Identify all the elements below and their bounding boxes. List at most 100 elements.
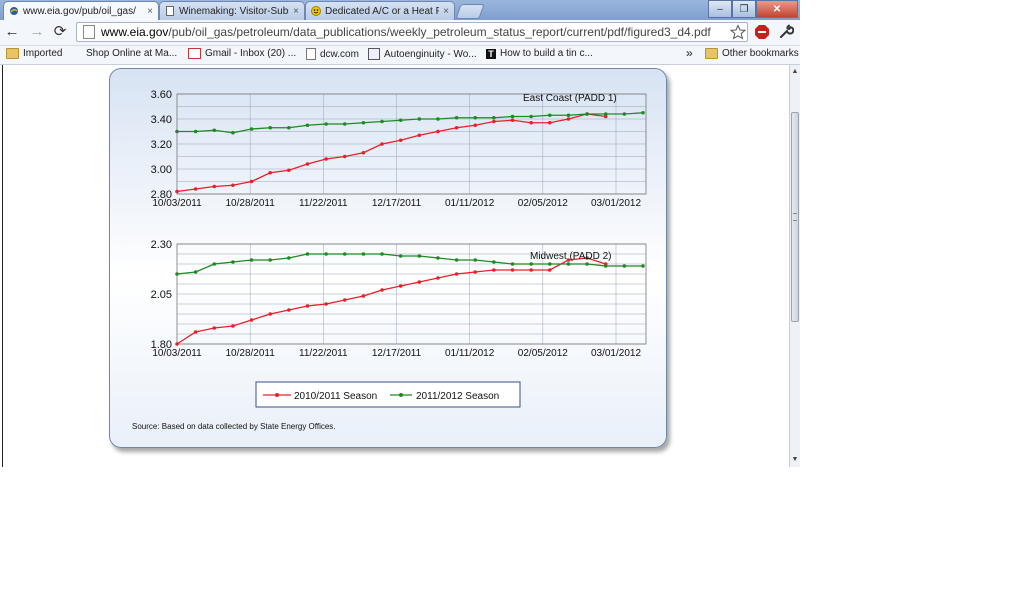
data-point bbox=[417, 280, 422, 284]
data-point bbox=[287, 308, 291, 312]
address-url: www.eia.gov/pub/oil_gas/petroleum/data_p… bbox=[101, 25, 711, 39]
data-point bbox=[175, 129, 179, 134]
data-point bbox=[175, 189, 179, 194]
y-tick-label: 3.40 bbox=[151, 114, 172, 126]
data-point bbox=[175, 272, 179, 276]
folder-icon bbox=[705, 48, 718, 59]
x-tick-label: 10/03/2011 bbox=[152, 348, 202, 359]
smiley-favicon-icon bbox=[311, 6, 321, 16]
data-point bbox=[548, 262, 552, 266]
tab-close-icon[interactable]: × bbox=[443, 6, 449, 17]
data-point bbox=[361, 252, 366, 256]
data-point bbox=[510, 118, 515, 123]
reload-button[interactable]: ⟳ bbox=[52, 24, 68, 40]
series-line bbox=[176, 257, 606, 345]
tab-strip: www.eia.gov/pub/oil_gas/ × Winemaking: V… bbox=[0, 0, 800, 20]
window-controls: – ❐ ✕ bbox=[708, 0, 798, 18]
data-point bbox=[193, 187, 198, 191]
data-point bbox=[380, 119, 384, 124]
data-point bbox=[249, 179, 254, 184]
tab-close-icon[interactable]: × bbox=[293, 6, 299, 17]
box-icon bbox=[368, 48, 380, 60]
x-tick-label: 10/03/2011 bbox=[152, 198, 202, 209]
gmail-icon bbox=[188, 48, 201, 59]
data-point bbox=[305, 123, 310, 128]
tab-close-icon[interactable]: × bbox=[147, 6, 153, 17]
scroll-up-arrow-icon[interactable]: ▲ bbox=[790, 67, 800, 77]
adblock-stop-icon[interactable] bbox=[754, 24, 770, 40]
x-tick-label: 03/01/2012 bbox=[591, 348, 641, 359]
minimize-button[interactable]: – bbox=[708, 0, 732, 18]
data-point bbox=[473, 123, 478, 128]
y-tick-label: 3.20 bbox=[151, 139, 172, 151]
other-bookmarks[interactable]: Other bookmarks bbox=[705, 48, 799, 59]
data-point bbox=[510, 114, 515, 119]
page-icon bbox=[83, 25, 95, 39]
new-tab-button[interactable] bbox=[455, 4, 485, 19]
data-point bbox=[454, 125, 459, 130]
data-point bbox=[324, 122, 328, 126]
data-point bbox=[398, 118, 403, 123]
back-button[interactable]: ← bbox=[4, 24, 20, 40]
price-charts: 3.603.403.203.002.80 2.302.051.80 10/03/… bbox=[132, 89, 647, 431]
close-window-button[interactable]: ✕ bbox=[756, 0, 798, 18]
data-point bbox=[417, 133, 422, 138]
x-tick-label: 11/22/2011 bbox=[299, 348, 348, 359]
data-point bbox=[324, 252, 328, 256]
series-line bbox=[177, 112, 644, 134]
data-point bbox=[231, 183, 235, 188]
series-line bbox=[176, 113, 606, 193]
forward-button[interactable]: → bbox=[29, 24, 45, 40]
bookmark-imported[interactable]: Imported bbox=[6, 48, 62, 59]
legend-swatch-green-marker bbox=[399, 393, 403, 397]
data-point bbox=[473, 258, 478, 262]
data-point bbox=[287, 168, 291, 173]
data-point bbox=[175, 342, 179, 346]
data-point bbox=[492, 260, 496, 264]
bookmark-dcw[interactable]: dcw.com bbox=[306, 48, 359, 60]
source-note: Source: Based on data collected by State… bbox=[132, 422, 336, 431]
data-point bbox=[249, 318, 254, 322]
scroll-down-arrow-icon[interactable]: ▼ bbox=[790, 455, 800, 465]
data-point bbox=[342, 252, 347, 256]
data-point bbox=[641, 110, 645, 115]
data-point bbox=[529, 268, 533, 272]
grip-icon bbox=[793, 213, 797, 221]
x-tick-label: 12/17/2011 bbox=[372, 348, 422, 359]
address-bar[interactable]: www.eia.gov/pub/oil_gas/petroleum/data_p… bbox=[76, 22, 748, 42]
data-point bbox=[473, 270, 478, 274]
data-point bbox=[342, 154, 347, 159]
data-point bbox=[454, 272, 459, 276]
data-point bbox=[249, 127, 254, 131]
data-point bbox=[492, 268, 496, 272]
data-point bbox=[361, 294, 366, 298]
maximize-button[interactable]: ❐ bbox=[732, 0, 756, 18]
data-point bbox=[473, 115, 478, 120]
data-point bbox=[436, 256, 440, 260]
bookmarks-overflow-button[interactable]: » bbox=[686, 46, 693, 60]
data-point bbox=[268, 170, 272, 175]
star-icon[interactable] bbox=[730, 24, 746, 40]
data-point bbox=[510, 262, 515, 266]
wrench-icon[interactable] bbox=[778, 24, 794, 40]
data-point bbox=[492, 115, 496, 120]
vertical-scrollbar[interactable]: ▲ ▼ bbox=[789, 65, 800, 467]
data-point bbox=[305, 252, 310, 256]
data-point bbox=[548, 113, 552, 118]
data-point bbox=[566, 113, 571, 118]
data-point bbox=[622, 112, 627, 116]
data-point bbox=[324, 302, 328, 306]
data-point bbox=[641, 264, 645, 268]
bookmark-shop-online[interactable]: Shop Online at Ma... bbox=[86, 48, 177, 59]
bookmark-gmail[interactable]: Gmail - Inbox (20) ... bbox=[188, 48, 296, 59]
data-point bbox=[603, 112, 608, 116]
tab-eia[interactable]: www.eia.gov/pub/oil_gas/ × bbox=[3, 1, 159, 20]
x-tick-label: 11/22/2011 bbox=[299, 198, 348, 209]
tab-heat-pump[interactable]: Dedicated A/C or a Heat P × bbox=[305, 1, 455, 20]
scrollbar-thumb[interactable] bbox=[791, 112, 799, 322]
data-point bbox=[249, 258, 254, 262]
bookmark-autoenginuity[interactable]: Autoenginuity - Wo... bbox=[368, 48, 477, 60]
bookmark-tin-can[interactable]: T How to build a tin c... bbox=[486, 48, 593, 59]
x-tick-label: 02/05/2012 bbox=[518, 348, 568, 359]
tab-winemaking[interactable]: Winemaking: Visitor-Subm × bbox=[159, 1, 305, 20]
